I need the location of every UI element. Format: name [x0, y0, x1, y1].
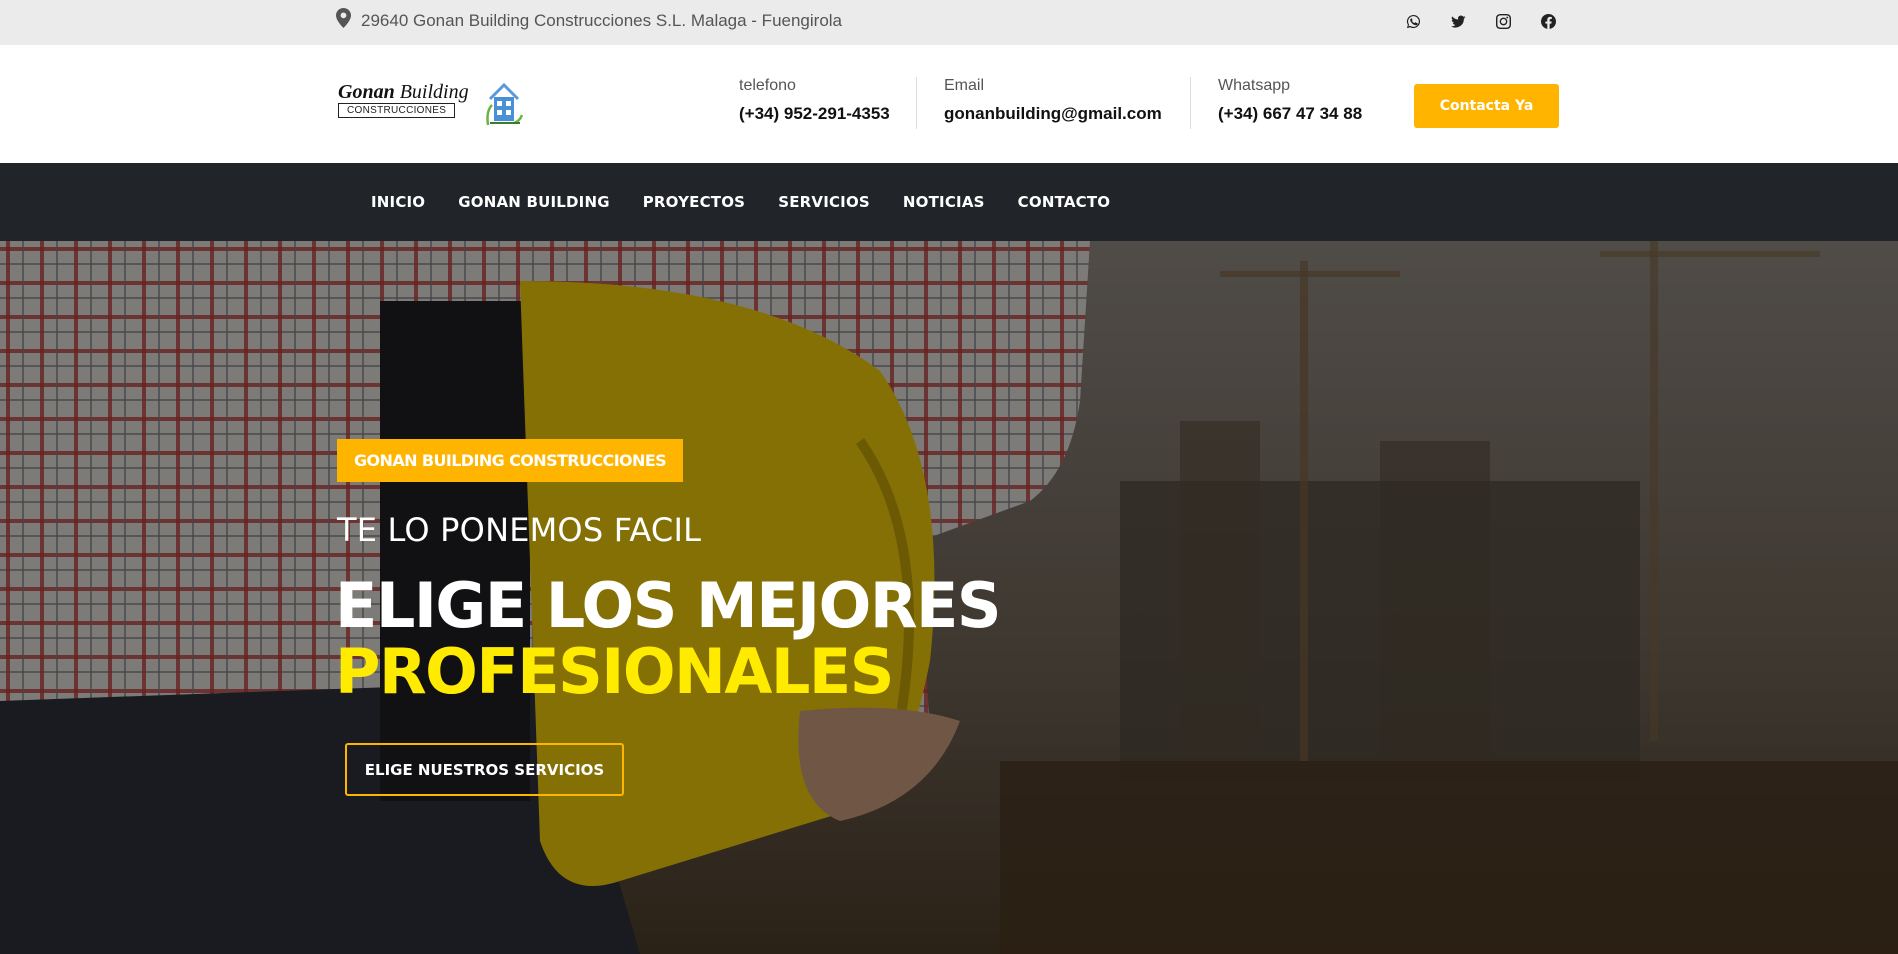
logo[interactable]: Gonan Building CONSTRUCCIONES	[336, 81, 526, 127]
whatsapp-value[interactable]: (+34) 667 47 34 88	[1218, 104, 1362, 124]
hero-headline: ELIGE LOS MEJORES PROFESIONALES	[335, 569, 1002, 708]
email-contact: Email gonanbuilding@gmail.com	[944, 77, 1162, 129]
hero-section: GONAN BUILDING CONSTRUCCIONES TE LO PONE…	[0, 241, 1898, 954]
site-header: Gonan Building CONSTRUCCIONES telefono (…	[0, 45, 1898, 163]
divider	[916, 77, 917, 129]
nav-item-inicio[interactable]: INICIO	[371, 193, 425, 211]
divider	[1190, 77, 1191, 129]
instagram-icon[interactable]	[1494, 12, 1513, 31]
elige-servicios-button[interactable]: ELIGE NUESTROS SERVICIOS	[345, 743, 624, 796]
twitter-icon[interactable]	[1449, 12, 1468, 31]
social-links	[1404, 12, 1558, 31]
top-bar: 29640 Gonan Building Construcciones S.L.…	[0, 0, 1898, 45]
hero-tagline: TE LO PONEMOS FACIL	[337, 511, 702, 549]
whatsapp-label: Whatsapp	[1218, 77, 1291, 94]
headline-line-1: ELIGE LOS MEJORES	[335, 569, 1002, 642]
email-value[interactable]: gonanbuilding@gmail.com	[944, 104, 1162, 124]
house-logo-icon	[486, 82, 524, 126]
phone-label: telefono	[739, 77, 796, 94]
map-pin-icon	[336, 8, 351, 33]
main-nav: INICIO GONAN BUILDING PROYECTOS SERVICIO…	[0, 163, 1898, 241]
nav-item-noticias[interactable]: NOTICIAS	[903, 193, 985, 211]
address: 29640 Gonan Building Construcciones S.L.…	[336, 0, 842, 41]
phone-value[interactable]: (+34) 952-291-4353	[739, 104, 890, 124]
whatsapp-icon[interactable]	[1404, 12, 1423, 31]
nav-item-gonan-building[interactable]: GONAN BUILDING	[458, 193, 609, 211]
phone-contact: telefono (+34) 952-291-4353	[739, 77, 890, 129]
contacta-ya-button[interactable]: Contacta Ya	[1414, 84, 1559, 128]
nav-item-servicios[interactable]: SERVICIOS	[778, 193, 870, 211]
logo-wordmark: Gonan Building	[338, 81, 469, 103]
address-text: 29640 Gonan Building Construcciones S.L.…	[361, 10, 843, 30]
nav-item-proyectos[interactable]: PROYECTOS	[643, 193, 745, 211]
email-label: Email	[944, 77, 985, 94]
nav-item-contacto[interactable]: CONTACTO	[1018, 193, 1111, 211]
headline-line-2: PROFESIONALES	[335, 635, 894, 708]
hero-badge: GONAN BUILDING CONSTRUCCIONES	[337, 439, 684, 482]
whatsapp-contact: Whatsapp (+34) 667 47 34 88	[1218, 77, 1362, 129]
logo-subtitle: CONSTRUCCIONES	[338, 103, 456, 118]
facebook-icon[interactable]	[1539, 12, 1558, 31]
